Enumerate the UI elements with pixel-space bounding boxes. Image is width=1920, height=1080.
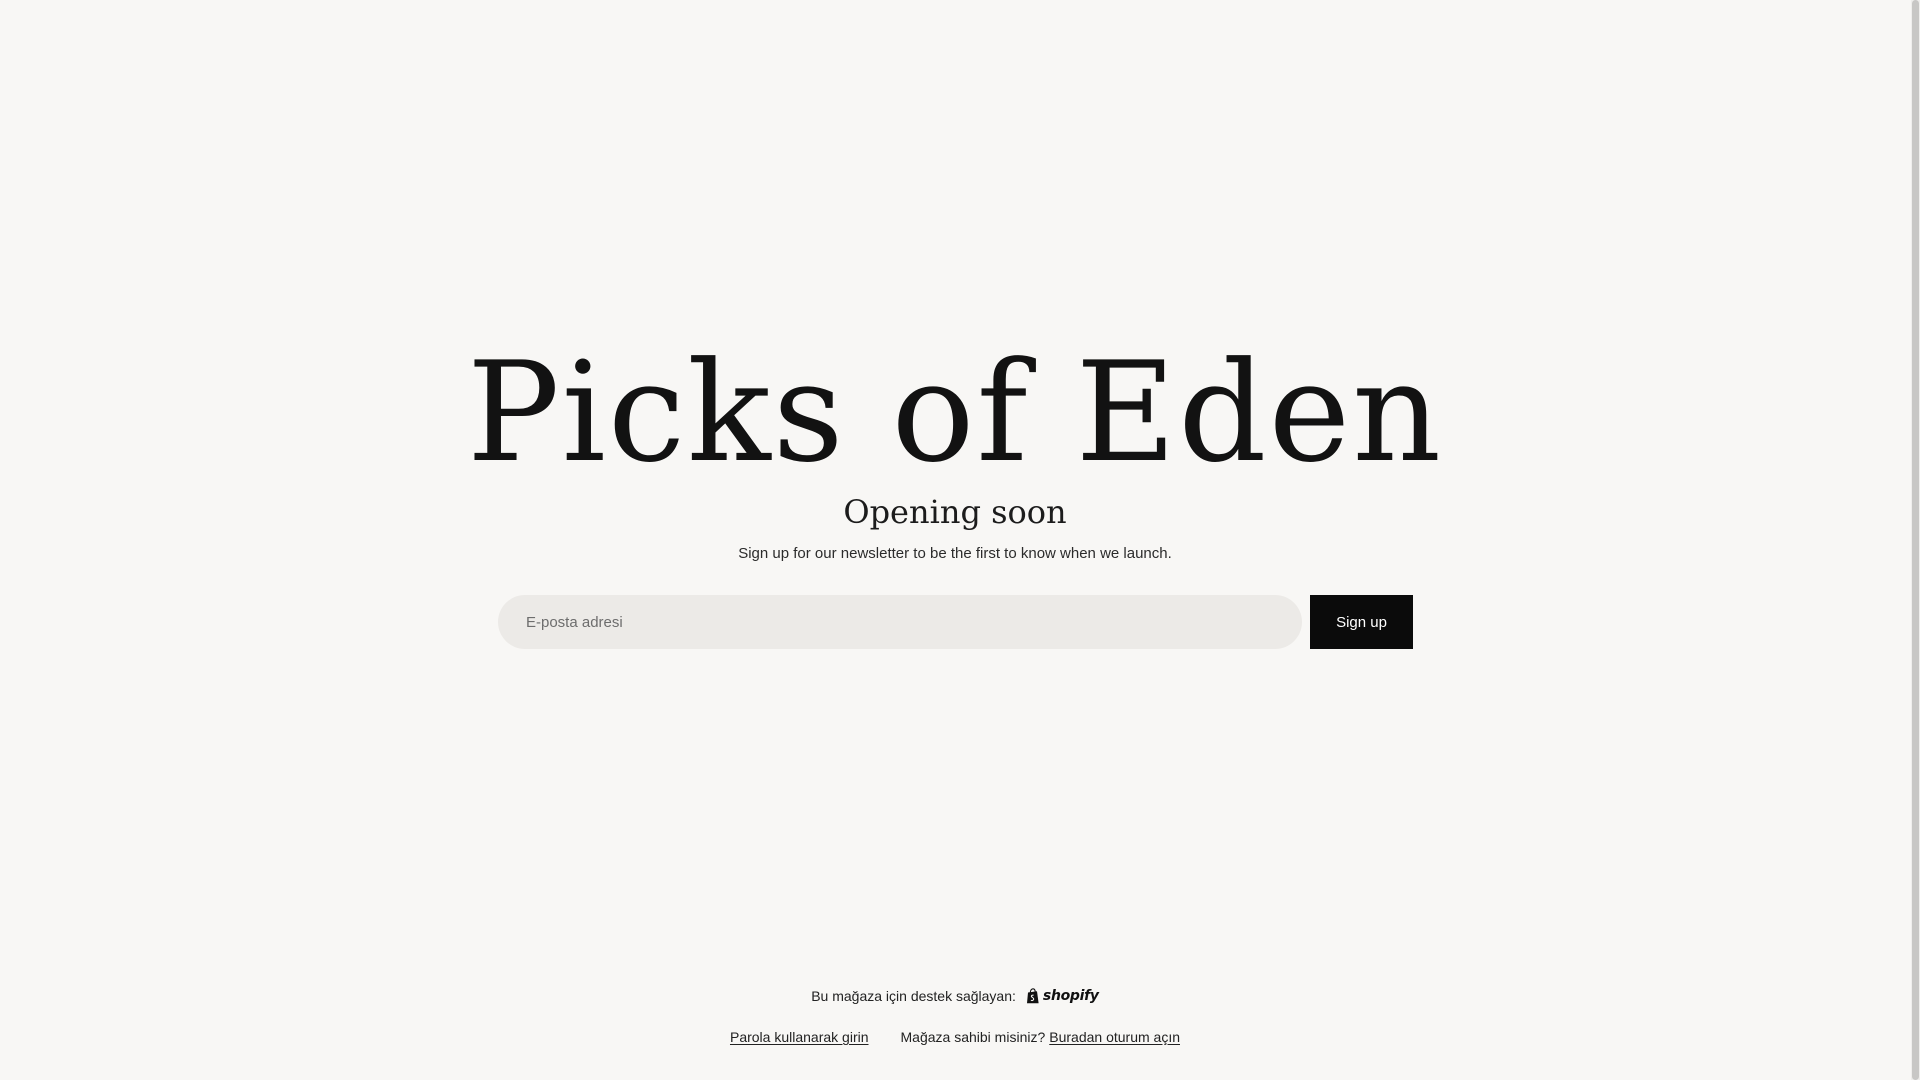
- scrollbar[interactable]: [1911, 0, 1920, 1080]
- scrollbar-thumb[interactable]: [1912, 0, 1919, 1080]
- owner-login-link[interactable]: Buradan oturum açın: [1049, 1029, 1180, 1045]
- store-owner-question: Mağaza sahibi misiniz?: [900, 1029, 1046, 1045]
- newsletter-form: Sign up: [498, 595, 1413, 649]
- hero-section: Picks of Eden Opening soon Sign up for o…: [0, 338, 1910, 564]
- footer-links: Parola kullanarak girin Mağaza sahibi mi…: [0, 1029, 1910, 1045]
- powered-by-shopify: Bu mağaza için destek sağlayan: shopify: [0, 988, 1910, 1004]
- newsletter-description: Sign up for our newsletter to be the fir…: [738, 545, 1172, 562]
- store-title: Picks of Eden: [466, 332, 1444, 493]
- shopify-wordmark: shopify: [1042, 988, 1099, 1004]
- email-input[interactable]: [498, 595, 1302, 649]
- password-page: Picks of Eden Opening soon Sign up for o…: [0, 0, 1920, 1080]
- opening-soon-heading: Opening soon: [843, 493, 1067, 531]
- powered-by-text: Bu mağaza için destek sağlayan:: [811, 988, 1016, 1004]
- enter-with-password-link[interactable]: Parola kullanarak girin: [730, 1029, 869, 1045]
- shopify-logo-link[interactable]: shopify: [1026, 988, 1099, 1004]
- sign-up-button[interactable]: Sign up: [1310, 595, 1413, 649]
- shopify-bag-icon: [1026, 988, 1039, 1004]
